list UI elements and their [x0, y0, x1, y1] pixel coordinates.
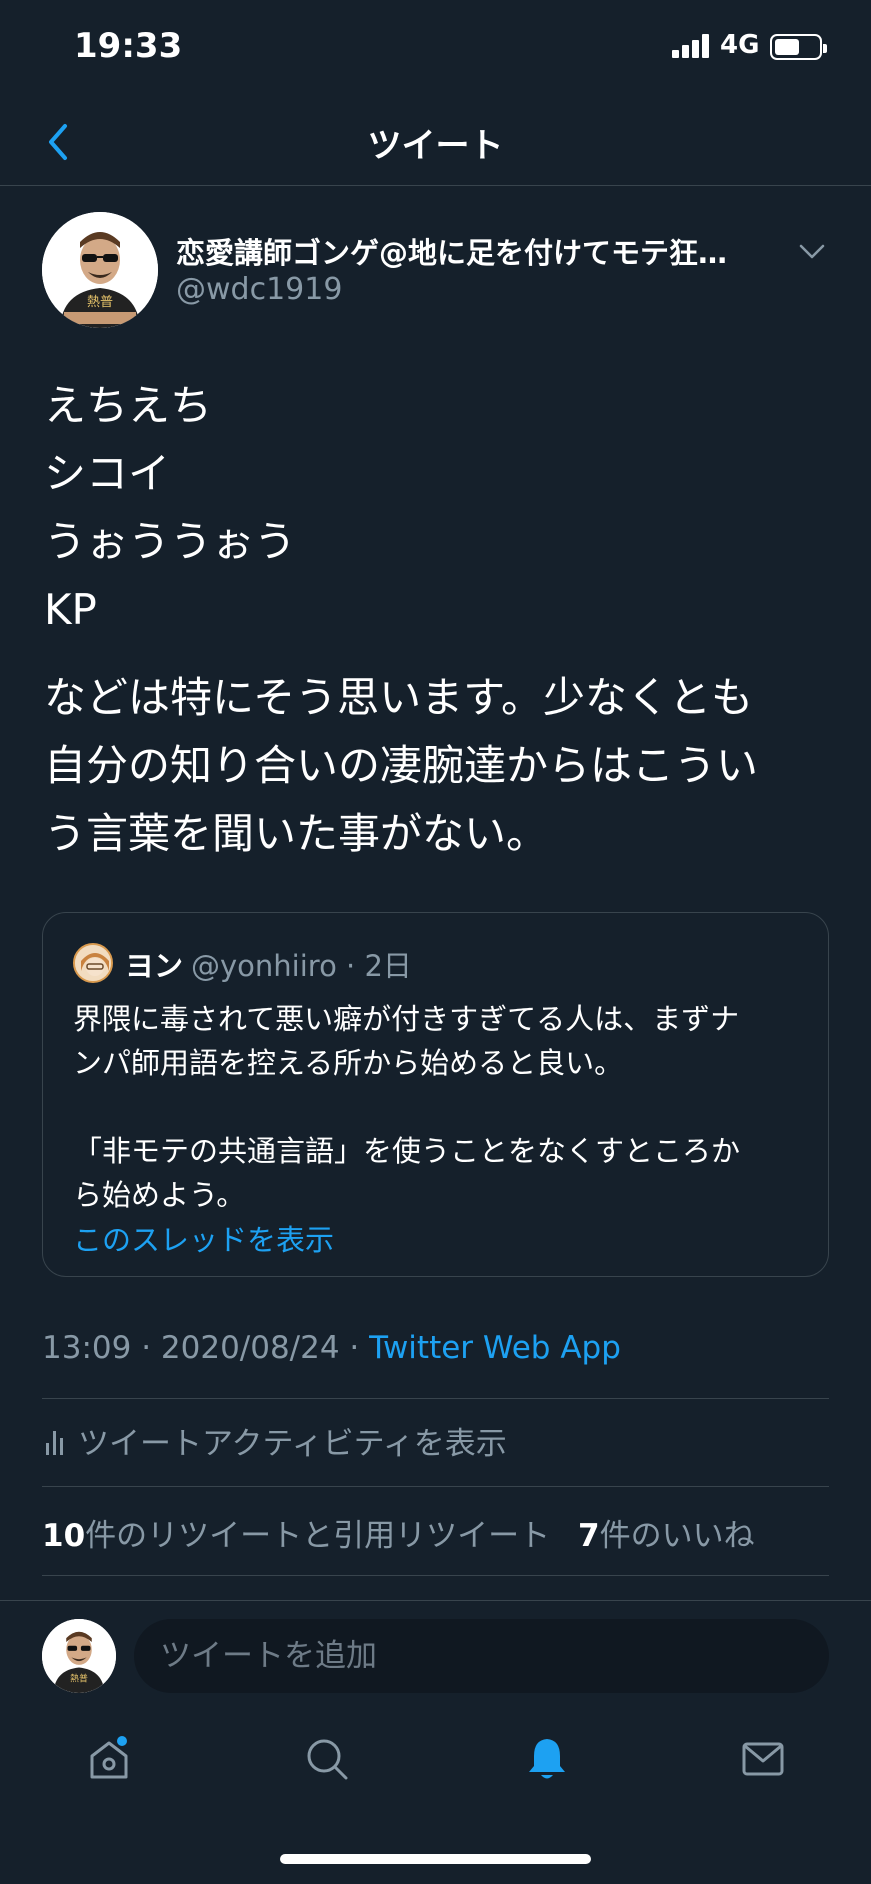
retweet-label: 件のリツイートと引用リツイート — [85, 1518, 551, 1554]
tweet-options-button[interactable] — [792, 232, 832, 272]
like-count-link[interactable]: 7件のいいね — [578, 1518, 755, 1554]
show-thread-link[interactable]: このスレッドを表示 — [73, 1217, 334, 1259]
like-count: 7 — [578, 1518, 600, 1554]
quote-line: 界隈に毒されて悪い癖が付きすぎてる人は、まずナ — [73, 1002, 740, 1036]
author-avatar[interactable]: 熱普 — [42, 212, 158, 328]
bar-chart-icon — [46, 1431, 63, 1455]
tweet-paragraph: などは特にそう思います。少なくとも 自分の知り合いの凄腕達からはこうい う言葉を… — [44, 664, 834, 868]
tweet-author: 熱普 恋愛講師ゴンゲ@地に足を付けてモテ狂… @wdc1919 — [42, 212, 842, 328]
bell-icon — [529, 1739, 565, 1779]
divider — [42, 1575, 829, 1576]
quote-line: ンパ師用語を控える所から始めると良い。 — [73, 1046, 624, 1080]
quote-header: ヨン @yonhiiro · 2日 — [125, 943, 412, 985]
svg-text:熱普: 熱普 — [70, 1673, 88, 1685]
quote-line: ら始めよう。 — [73, 1178, 246, 1212]
reply-input[interactable] — [134, 1619, 829, 1693]
status-time: 19:33 — [74, 26, 183, 66]
quote-text: 界隈に毒されて悪い癖が付きすぎてる人は、まずナ ンパ師用語を控える所から始めると… — [73, 997, 803, 1217]
nav-header: ツイート — [0, 100, 871, 186]
quoted-tweet[interactable]: ヨン @yonhiiro · 2日 界隈に毒されて悪い癖が付きすぎてる人は、まずナ… — [42, 912, 829, 1277]
page-title: ツイート — [367, 126, 504, 166]
tweet-activity-link[interactable]: ツイートアクティビティを表示 — [42, 1420, 507, 1462]
tab-home[interactable] — [74, 1724, 144, 1794]
author-handle[interactable]: @wdc1919 — [176, 272, 342, 307]
battery-icon — [770, 34, 827, 60]
retweet-count: 10 — [42, 1518, 86, 1554]
tweet-paragraph-line: う言葉を聞いた事がない。 — [44, 809, 549, 858]
tweet-text: えちえち シコイ うぉううぉう KP などは特にそう思います。少なくとも 自分の… — [44, 372, 834, 868]
quote-avatar — [73, 943, 113, 983]
tweet-meta: 13:09 · 2020/08/24 · Twitter Web App — [42, 1330, 621, 1366]
user-avatar[interactable]: 熱普 — [42, 1619, 116, 1693]
quote-author-name: ヨン — [125, 949, 184, 983]
tweet-paragraph-line: 自分の知り合いの凄腕達からはこうい — [44, 741, 759, 790]
divider — [42, 1486, 829, 1487]
status-bar: 19:33 4G — [0, 0, 871, 100]
retweet-count-link[interactable]: 10件のリツイートと引用リツイート — [42, 1518, 550, 1554]
quote-handle-time: @yonhiiro · 2日 — [191, 949, 412, 983]
like-label: 件のいいね — [599, 1518, 755, 1554]
tweet-line: シコイ — [44, 449, 171, 498]
tweet-paragraph-line: などは特にそう思います。少なくとも — [44, 673, 753, 722]
svg-text:熱普: 熱普 — [87, 295, 113, 310]
tweet-timestamp: 13:09 · 2020/08/24 · — [42, 1330, 370, 1366]
author-display-name[interactable]: 恋愛講師ゴンゲ@地に足を付けてモテ狂… — [176, 230, 786, 272]
tweet-line: うぉううぉう — [44, 517, 297, 566]
mail-icon — [742, 1742, 784, 1776]
tweet-source-link[interactable]: Twitter Web App — [369, 1330, 621, 1366]
divider — [42, 1398, 829, 1399]
quote-line: 「非モテの共通言語」を使うことをなくすところか — [73, 1134, 741, 1168]
tab-messages[interactable] — [728, 1724, 798, 1794]
tab-search[interactable] — [292, 1724, 362, 1794]
engagement-counts: 10件のリツイートと引用リツイート 7件のいいね — [42, 1510, 755, 1555]
network-type: 4G — [720, 30, 760, 60]
home-indicator[interactable] — [280, 1854, 591, 1864]
reply-bar: 熱普 — [0, 1600, 871, 1710]
search-icon — [307, 1739, 348, 1780]
tab-bar — [0, 1710, 871, 1810]
activity-label: ツイートアクティビティを表示 — [78, 1425, 507, 1462]
tab-notifications[interactable] — [512, 1724, 582, 1794]
tweet-line: えちえち — [44, 381, 213, 430]
home-icon — [90, 1736, 128, 1779]
signal-icon — [672, 34, 710, 58]
chevron-down-icon — [799, 244, 825, 259]
tweet-line: KP — [44, 585, 97, 634]
